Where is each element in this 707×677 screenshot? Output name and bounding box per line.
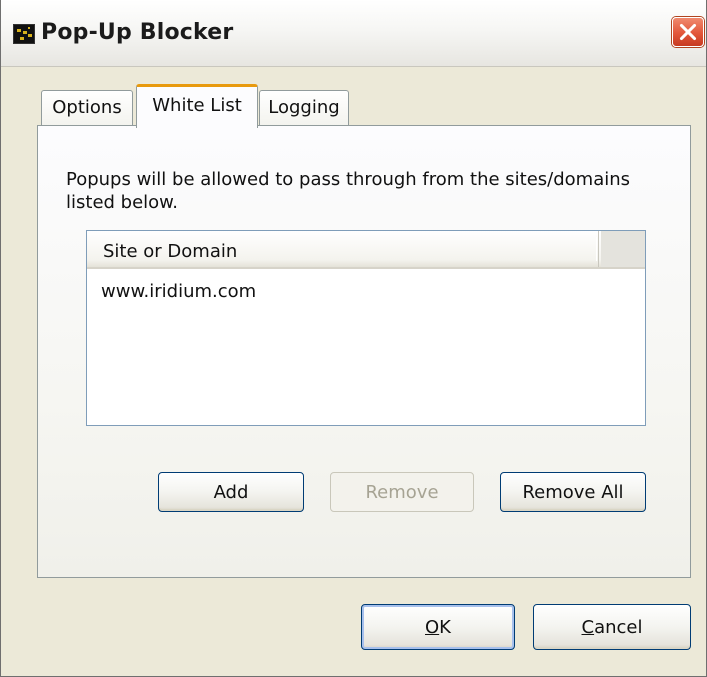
whitelist-description: Popups will be allowed to pass through f… xyxy=(66,169,631,213)
list-header: Site or Domain xyxy=(87,231,645,269)
window-title: Pop-Up Blocker xyxy=(41,20,234,45)
cancel-button[interactable]: Cancel xyxy=(533,604,691,650)
column-header-site-or-domain[interactable]: Site or Domain xyxy=(87,231,599,267)
close-button[interactable] xyxy=(672,17,704,47)
title-bar[interactable]: Pop-Up Blocker xyxy=(1,0,706,67)
tab-options[interactable]: Options xyxy=(41,90,133,126)
list-item[interactable]: www.iridium.com xyxy=(101,281,256,302)
column-header-filler xyxy=(601,231,645,267)
remove-all-button[interactable]: Remove All xyxy=(500,472,646,512)
site-list[interactable]: Site or Domain www.iridium.com xyxy=(86,230,646,426)
ok-button[interactable]: OK xyxy=(361,604,515,650)
add-button[interactable]: Add xyxy=(158,472,304,512)
close-icon xyxy=(679,23,697,41)
white-list-panel: Popups will be allowed to pass through f… xyxy=(37,125,691,578)
popup-blocker-dialog: Pop-Up Blocker Options White List Loggin… xyxy=(0,0,707,677)
tab-white-list[interactable]: White List xyxy=(136,84,258,128)
remove-button[interactable]: Remove xyxy=(330,472,474,512)
app-icon xyxy=(13,24,35,44)
tab-logging[interactable]: Logging xyxy=(259,90,349,126)
